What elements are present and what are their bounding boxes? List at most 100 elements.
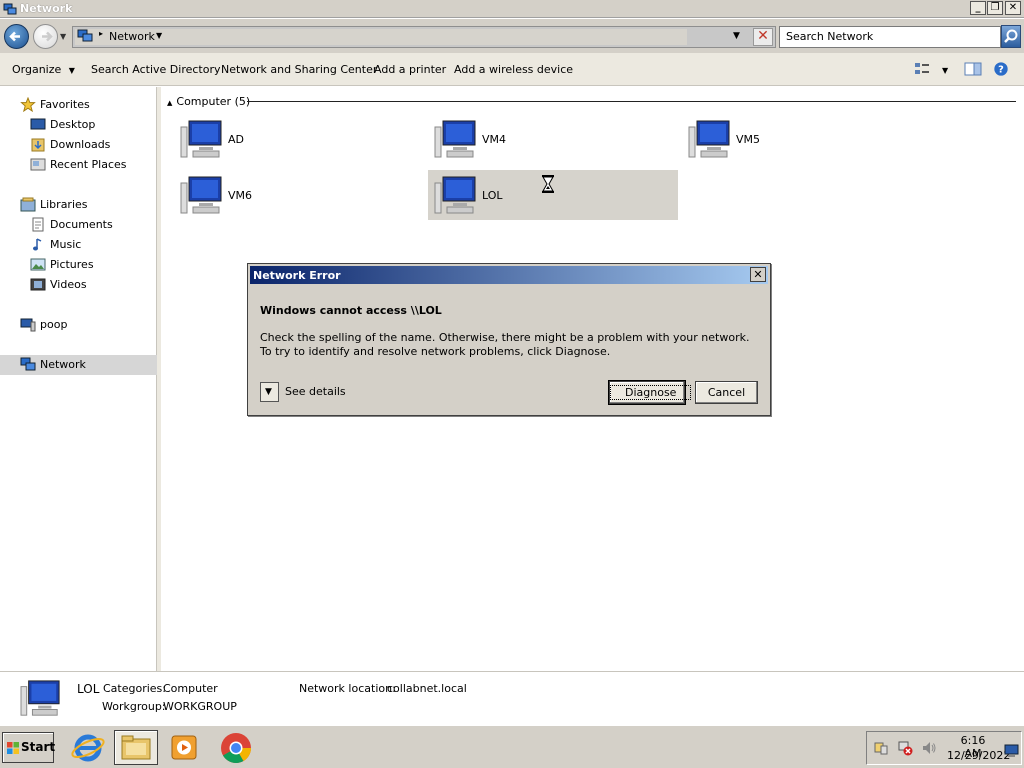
recent-places-icon	[30, 158, 46, 171]
change-view-icon[interactable]	[913, 61, 931, 77]
search-input[interactable]: Search Network	[779, 26, 1001, 48]
show-desktop-icon[interactable]	[1004, 742, 1020, 758]
dialog-heading: Windows cannot access \\LOL	[260, 304, 442, 317]
sidebar-item-libraries[interactable]: Libraries	[0, 196, 157, 214]
see-details-toggle[interactable]: ▼	[260, 382, 279, 402]
network-icon	[77, 29, 93, 42]
network-error-dialog: Network Error ✕ Windows cannot access \\…	[247, 263, 771, 416]
organize-label: Organize	[12, 63, 62, 76]
minimize-button[interactable]: _	[970, 1, 986, 15]
address-path-area	[75, 29, 687, 45]
dialog-close-button[interactable]: ✕	[750, 267, 766, 282]
stop-icon[interactable]: ✕	[753, 28, 773, 46]
desktop-label: Desktop	[50, 118, 96, 131]
search-button[interactable]	[1001, 25, 1021, 48]
search-active-directory-button[interactable]: Search Active Directory	[91, 63, 221, 76]
computer-item-ad[interactable]: AD	[169, 114, 419, 164]
computer-icon	[180, 120, 222, 158]
chevron-down-icon: ▼	[68, 66, 75, 75]
computer-icon	[434, 176, 476, 214]
help-icon[interactable]: ?	[992, 61, 1010, 77]
network-icon	[20, 357, 36, 371]
group-header-computer[interactable]: ▲ Computer (5)	[167, 95, 250, 108]
organize-menu[interactable]: Organize ▼	[12, 63, 75, 76]
desktop-icon	[30, 118, 46, 130]
computer-label: AD	[228, 133, 244, 146]
action-center-icon[interactable]	[873, 740, 889, 756]
network-status-icon[interactable]	[897, 740, 913, 756]
sidebar-item-computer[interactable]: poop	[0, 316, 157, 334]
computer-item-vm4[interactable]: VM4	[423, 114, 673, 164]
clock-date[interactable]: 12/29/2022	[947, 749, 1010, 762]
diagnose-button[interactable]: Diagnose	[608, 380, 692, 405]
network-label: Network	[40, 358, 86, 371]
music-label: Music	[50, 238, 82, 251]
network-sharing-center-button[interactable]: Network and Sharing Center	[221, 63, 377, 76]
breadcrumb-separator[interactable]: ▸	[99, 29, 103, 38]
volume-icon[interactable]	[921, 740, 937, 756]
videos-label: Videos	[50, 278, 87, 291]
network-location-value: collabnet.local	[387, 682, 467, 695]
recent-pages-dropdown[interactable]: ▼	[60, 32, 66, 41]
computer-icon	[688, 120, 730, 158]
chrome-icon	[221, 733, 251, 764]
documents-icon	[32, 217, 44, 232]
downloads-icon	[31, 138, 45, 152]
recent-places-label: Recent Places	[50, 158, 127, 171]
address-dropdown-icon[interactable]: ▼	[733, 31, 740, 41]
start-button[interactable]: Start	[2, 732, 55, 763]
computer-item-vm6[interactable]: VM6	[169, 170, 419, 220]
categories-label: Categories:	[103, 682, 166, 695]
sidebar-item-downloads[interactable]: Downloads	[0, 136, 157, 154]
forward-arrow-icon	[42, 31, 53, 42]
dialog-title-bar: Network Error ✕	[250, 266, 768, 284]
chrome-taskbar-icon[interactable]	[214, 730, 258, 765]
sidebar-item-videos[interactable]: Videos	[0, 276, 157, 294]
add-printer-button[interactable]: Add a printer	[374, 63, 446, 76]
computer-label: poop	[40, 318, 68, 331]
computer-icon	[434, 120, 476, 158]
computer-icon	[20, 318, 36, 332]
dialog-message: Check the spelling of the name. Otherwis…	[260, 331, 750, 358]
breadcrumb-dropdown-icon[interactable]: ▼	[156, 31, 162, 40]
search-icon	[1004, 29, 1018, 43]
computer-label: VM6	[228, 189, 253, 202]
categories-value: Computer	[163, 682, 218, 695]
see-details-label[interactable]: See details	[285, 385, 346, 398]
address-bar[interactable]: ▸ Network ▼ ▼ ✕	[72, 26, 776, 48]
sidebar-item-network[interactable]: Network	[0, 355, 157, 375]
media-player-taskbar-icon[interactable]	[162, 730, 206, 765]
details-pane: LOL Categories: Computer Workgroup: WORK…	[0, 671, 1024, 724]
documents-label: Documents	[50, 218, 113, 231]
close-window-button[interactable]: ✕	[1005, 1, 1021, 15]
forward-button[interactable]	[33, 24, 58, 49]
media-player-icon	[171, 735, 197, 760]
sidebar-item-desktop[interactable]: Desktop	[0, 116, 157, 134]
group-header-label: Computer (5)	[176, 95, 251, 108]
preview-pane-icon[interactable]	[964, 61, 982, 77]
back-button[interactable]	[4, 24, 29, 49]
view-options-dropdown[interactable]: ▼	[942, 66, 948, 75]
folder-icon	[121, 735, 151, 760]
sidebar-item-documents[interactable]: Documents	[0, 216, 157, 234]
details-name: LOL	[77, 682, 100, 696]
sidebar-item-recent-places[interactable]: Recent Places	[0, 156, 157, 174]
sidebar-item-favorites[interactable]: Favorites	[0, 96, 157, 114]
diagnose-label: Diagnose	[610, 385, 692, 400]
navigation-pane: Favorites Desktop Downloads Recent Place…	[0, 87, 157, 671]
add-wireless-device-button[interactable]: Add a wireless device	[454, 63, 573, 76]
sidebar-item-pictures[interactable]: Pictures	[0, 256, 157, 274]
restore-button[interactable]: ❐	[987, 1, 1003, 15]
favorites-label: Favorites	[40, 98, 90, 111]
cancel-button[interactable]: Cancel	[695, 381, 758, 404]
sidebar-item-music[interactable]: Music	[0, 236, 157, 254]
pictures-label: Pictures	[50, 258, 94, 271]
breadcrumb-network[interactable]: Network	[109, 30, 155, 43]
explorer-taskbar-icon[interactable]	[114, 730, 158, 765]
command-bar: Organize ▼ Search Active Directory Netwo…	[0, 53, 1024, 86]
computer-item-vm5[interactable]: VM5	[677, 114, 927, 164]
chevron-down-icon: ▼	[265, 387, 272, 397]
pictures-icon	[30, 258, 46, 271]
window-title: Network	[20, 2, 73, 15]
internet-explorer-taskbar-icon[interactable]	[66, 730, 110, 765]
